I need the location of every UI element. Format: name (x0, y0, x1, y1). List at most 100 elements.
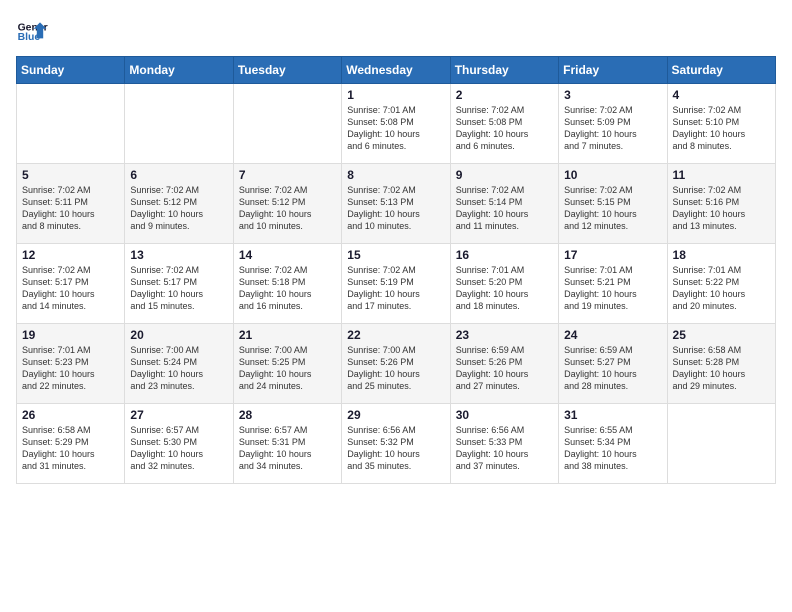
day-info: Sunrise: 7:02 AM Sunset: 5:12 PM Dayligh… (239, 184, 336, 233)
day-of-week-sunday: Sunday (17, 57, 125, 84)
day-cell: 24 Sunrise: 6:59 AM Sunset: 5:27 PM Dayli… (559, 324, 667, 404)
day-cell: 11 Sunrise: 7:02 AM Sunset: 5:16 PM Dayli… (667, 164, 775, 244)
day-info: Sunrise: 6:58 AM Sunset: 5:29 PM Dayligh… (22, 424, 119, 473)
day-cell: 7 Sunrise: 7:02 AM Sunset: 5:12 PM Daylig… (233, 164, 341, 244)
day-cell: 8 Sunrise: 7:02 AM Sunset: 5:13 PM Daylig… (342, 164, 450, 244)
day-info: Sunrise: 6:55 AM Sunset: 5:34 PM Dayligh… (564, 424, 661, 473)
day-info: Sunrise: 6:57 AM Sunset: 5:30 PM Dayligh… (130, 424, 227, 473)
day-number: 12 (22, 248, 119, 262)
day-cell: 10 Sunrise: 7:02 AM Sunset: 5:15 PM Dayli… (559, 164, 667, 244)
day-info: Sunrise: 6:59 AM Sunset: 5:26 PM Dayligh… (456, 344, 553, 393)
week-row-1: 1Sunrise: 7:01 AM Sunset: 5:08 PM Daylig… (17, 84, 776, 164)
day-of-week-friday: Friday (559, 57, 667, 84)
day-of-week-tuesday: Tuesday (233, 57, 341, 84)
day-number: 20 (130, 328, 227, 342)
day-number: 10 (564, 168, 661, 182)
day-number: 3 (564, 88, 661, 102)
day-number: 11 (673, 168, 770, 182)
day-info: Sunrise: 7:02 AM Sunset: 5:17 PM Dayligh… (130, 264, 227, 313)
day-number: 29 (347, 408, 444, 422)
day-cell: 15 Sunrise: 7:02 AM Sunset: 5:19 PM Dayli… (342, 244, 450, 324)
day-cell: 30Sunrise: 6:56 AM Sunset: 5:33 PM Dayli… (450, 404, 558, 484)
day-info: Sunrise: 7:02 AM Sunset: 5:18 PM Dayligh… (239, 264, 336, 313)
day-cell: 1Sunrise: 7:01 AM Sunset: 5:08 PM Daylig… (342, 84, 450, 164)
day-info: Sunrise: 7:01 AM Sunset: 5:20 PM Dayligh… (456, 264, 553, 313)
day-info: Sunrise: 7:00 AM Sunset: 5:26 PM Dayligh… (347, 344, 444, 393)
day-cell: 29 Sunrise: 6:56 AM Sunset: 5:32 PM Dayli… (342, 404, 450, 484)
day-info: Sunrise: 6:56 AM Sunset: 5:33 PM Dayligh… (456, 424, 553, 473)
day-info: Sunrise: 7:02 AM Sunset: 5:17 PM Dayligh… (22, 264, 119, 313)
logo-icon: General Blue (16, 16, 48, 48)
day-number: 18 (673, 248, 770, 262)
day-info: Sunrise: 7:02 AM Sunset: 5:12 PM Dayligh… (130, 184, 227, 233)
day-number: 2 (456, 88, 553, 102)
day-cell: 3 Sunrise: 7:02 AM Sunset: 5:09 PM Daylig… (559, 84, 667, 164)
day-cell (233, 84, 341, 164)
day-info: Sunrise: 7:02 AM Sunset: 5:19 PM Dayligh… (347, 264, 444, 313)
day-number: 13 (130, 248, 227, 262)
day-info: Sunrise: 7:02 AM Sunset: 5:14 PM Dayligh… (456, 184, 553, 233)
day-info: Sunrise: 7:00 AM Sunset: 5:25 PM Dayligh… (239, 344, 336, 393)
day-cell: 14 Sunrise: 7:02 AM Sunset: 5:18 PM Dayli… (233, 244, 341, 324)
day-number: 22 (347, 328, 444, 342)
day-info: Sunrise: 6:59 AM Sunset: 5:27 PM Dayligh… (564, 344, 661, 393)
day-info: Sunrise: 7:01 AM Sunset: 5:21 PM Dayligh… (564, 264, 661, 313)
day-number: 7 (239, 168, 336, 182)
day-cell (17, 84, 125, 164)
day-number: 26 (22, 408, 119, 422)
day-cell: 18 Sunrise: 7:01 AM Sunset: 5:22 PM Dayli… (667, 244, 775, 324)
day-info: Sunrise: 7:02 AM Sunset: 5:11 PM Dayligh… (22, 184, 119, 233)
day-info: Sunrise: 7:02 AM Sunset: 5:15 PM Dayligh… (564, 184, 661, 233)
day-number: 24 (564, 328, 661, 342)
day-of-week-wednesday: Wednesday (342, 57, 450, 84)
day-of-week-saturday: Saturday (667, 57, 775, 84)
day-cell: 26 Sunrise: 6:58 AM Sunset: 5:29 PM Dayli… (17, 404, 125, 484)
day-info: Sunrise: 7:01 AM Sunset: 5:22 PM Dayligh… (673, 264, 770, 313)
day-cell: 25Sunrise: 6:58 AM Sunset: 5:28 PM Dayli… (667, 324, 775, 404)
day-info: Sunrise: 7:02 AM Sunset: 5:08 PM Dayligh… (456, 104, 553, 153)
day-cell: 27 Sunrise: 6:57 AM Sunset: 5:30 PM Dayli… (125, 404, 233, 484)
day-of-week-thursday: Thursday (450, 57, 558, 84)
day-number: 27 (130, 408, 227, 422)
day-cell (125, 84, 233, 164)
day-cell: 20 Sunrise: 7:00 AM Sunset: 5:24 PM Dayli… (125, 324, 233, 404)
day-info: Sunrise: 7:01 AM Sunset: 5:08 PM Dayligh… (347, 104, 444, 153)
day-number: 16 (456, 248, 553, 262)
day-cell: 13 Sunrise: 7:02 AM Sunset: 5:17 PM Dayli… (125, 244, 233, 324)
day-cell: 19Sunrise: 7:01 AM Sunset: 5:23 PM Dayli… (17, 324, 125, 404)
day-info: Sunrise: 7:02 AM Sunset: 5:13 PM Dayligh… (347, 184, 444, 233)
day-number: 15 (347, 248, 444, 262)
day-cell: 28 Sunrise: 6:57 AM Sunset: 5:31 PM Dayli… (233, 404, 341, 484)
day-cell: 4 Sunrise: 7:02 AM Sunset: 5:10 PM Daylig… (667, 84, 775, 164)
day-number: 8 (347, 168, 444, 182)
day-cell: 2 Sunrise: 7:02 AM Sunset: 5:08 PM Daylig… (450, 84, 558, 164)
day-number: 6 (130, 168, 227, 182)
day-info: Sunrise: 7:02 AM Sunset: 5:16 PM Dayligh… (673, 184, 770, 233)
day-info: Sunrise: 6:56 AM Sunset: 5:32 PM Dayligh… (347, 424, 444, 473)
week-row-5: 26 Sunrise: 6:58 AM Sunset: 5:29 PM Dayli… (17, 404, 776, 484)
day-number: 5 (22, 168, 119, 182)
calendar-table: SundayMondayTuesdayWednesdayThursdayFrid… (16, 56, 776, 484)
calendar-body: 1Sunrise: 7:01 AM Sunset: 5:08 PM Daylig… (17, 84, 776, 484)
day-cell: 31Sunrise: 6:55 AM Sunset: 5:34 PM Dayli… (559, 404, 667, 484)
day-number: 25 (673, 328, 770, 342)
day-cell: 23 Sunrise: 6:59 AM Sunset: 5:26 PM Dayli… (450, 324, 558, 404)
days-of-week-row: SundayMondayTuesdayWednesdayThursdayFrid… (17, 57, 776, 84)
day-cell: 9Sunrise: 7:02 AM Sunset: 5:14 PM Daylig… (450, 164, 558, 244)
day-number: 17 (564, 248, 661, 262)
day-number: 21 (239, 328, 336, 342)
day-number: 4 (673, 88, 770, 102)
week-row-2: 5 Sunrise: 7:02 AM Sunset: 5:11 PM Daylig… (17, 164, 776, 244)
week-row-3: 12 Sunrise: 7:02 AM Sunset: 5:17 PM Dayli… (17, 244, 776, 324)
header: General Blue (16, 16, 776, 48)
day-number: 23 (456, 328, 553, 342)
day-number: 28 (239, 408, 336, 422)
day-info: Sunrise: 6:57 AM Sunset: 5:31 PM Dayligh… (239, 424, 336, 473)
day-of-week-monday: Monday (125, 57, 233, 84)
logo: General Blue (16, 16, 48, 48)
day-number: 14 (239, 248, 336, 262)
day-info: Sunrise: 7:02 AM Sunset: 5:09 PM Dayligh… (564, 104, 661, 153)
day-info: Sunrise: 7:00 AM Sunset: 5:24 PM Dayligh… (130, 344, 227, 393)
day-cell (667, 404, 775, 484)
day-info: Sunrise: 7:02 AM Sunset: 5:10 PM Dayligh… (673, 104, 770, 153)
